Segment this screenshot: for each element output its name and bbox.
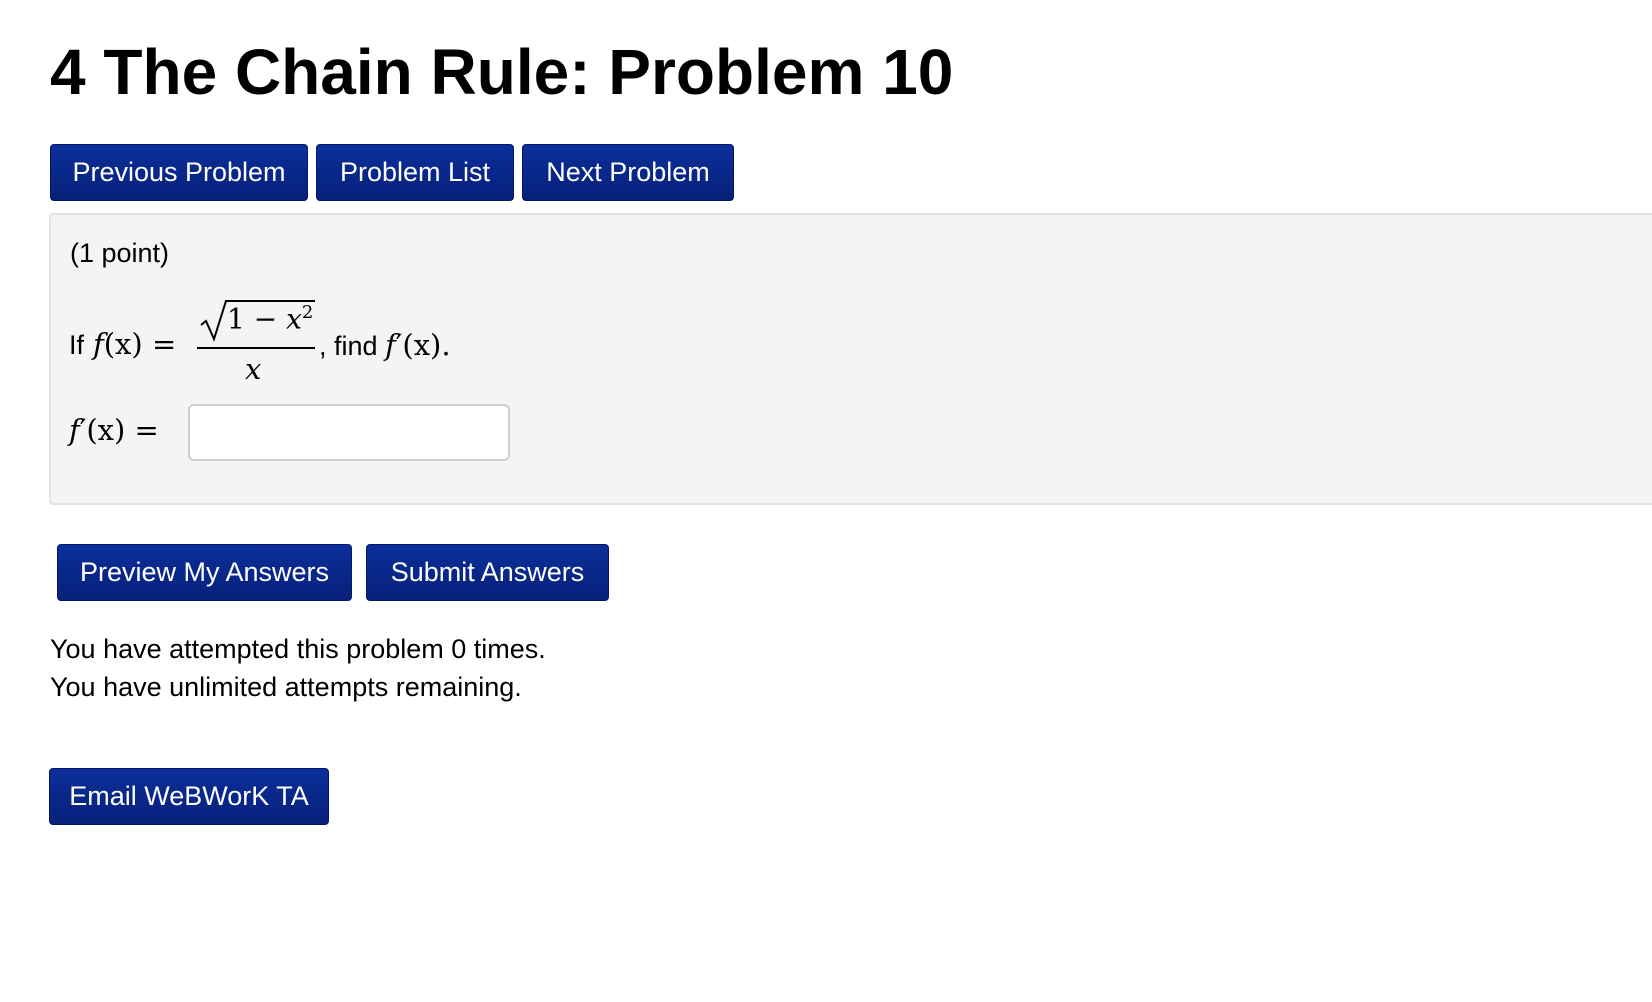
attempts-status: You have attempted this problem 0 times.… [50, 630, 546, 706]
numerator-exponent: 2 [301, 302, 314, 323]
numerator-minus: − [253, 302, 278, 336]
fraction-bar [197, 347, 315, 349]
find-text: , find [319, 331, 378, 361]
previous-problem-button[interactable]: Previous Problem [50, 144, 308, 201]
fraction-denominator: x [245, 352, 262, 386]
fraction-numerator: 1 − x2 [227, 297, 313, 335]
lhs-equals: = [151, 327, 177, 361]
next-problem-button[interactable]: Next Problem [522, 144, 734, 201]
attempts-count-text: You have attempted this problem 0 times. [50, 634, 546, 664]
answer-input[interactable] [188, 404, 510, 461]
page-title: 4 The Chain Rule: Problem 10 [50, 36, 954, 108]
question-prefix: If [69, 330, 85, 360]
numerator-x: x [286, 302, 302, 336]
problem-list-button[interactable]: Problem List [316, 144, 514, 201]
problem-panel: (1 point) If f(x) = 1 − x2 x , find f′(x… [49, 213, 1652, 505]
attempts-remaining-text: You have unlimited attempts remaining. [50, 672, 522, 702]
preview-answers-button[interactable]: Preview My Answers [57, 544, 352, 601]
target-prime-argument: ′(x). [395, 328, 451, 362]
problem-points: (1 point) [70, 238, 170, 268]
question-lhs: f(x) = [93, 326, 176, 362]
lhs-argument: (x) [103, 327, 143, 361]
lhs-function-name: f [93, 327, 104, 361]
question-find: , find f′(x). [319, 328, 451, 363]
answer-label: f′(x) = [69, 412, 159, 448]
numerator-one: 1 [227, 302, 245, 336]
answer-function-name: f [69, 413, 80, 447]
answer-label-rest: ′(x) = [79, 413, 159, 447]
submit-answers-button[interactable]: Submit Answers [366, 544, 609, 601]
email-ta-button[interactable]: Email WeBWorK TA [49, 768, 329, 825]
target-function-name: f [385, 328, 396, 362]
